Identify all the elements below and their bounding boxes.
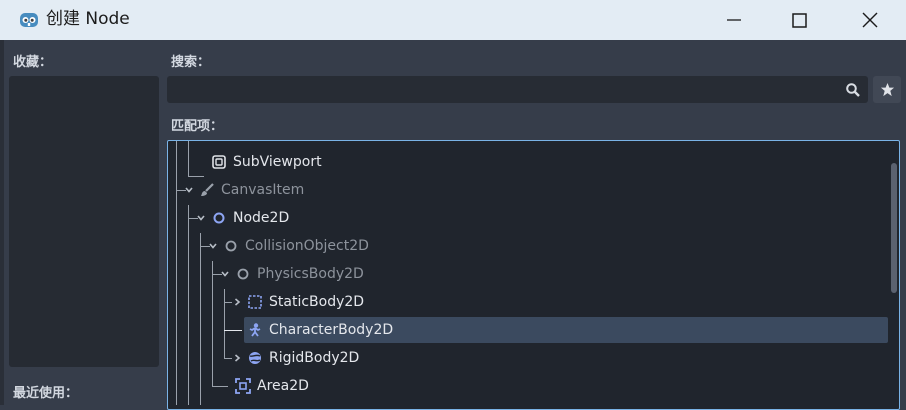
star-icon: [880, 82, 894, 97]
tree-item-label: CharacterBody2D: [269, 322, 394, 338]
tree-item-label: Area2D: [257, 378, 309, 394]
tree-guide-line: [224, 289, 225, 359]
tree-guide-line: [200, 233, 201, 405]
title-bar: 创建 Node: [0, 0, 906, 40]
search-label: 搜索：: [171, 55, 211, 70]
tree-guide-line: [188, 205, 189, 405]
tree-item-label: CollisionObject2D: [245, 238, 369, 254]
chevron-down-icon[interactable]: [220, 269, 230, 279]
tree-item-label: PhysicsBody2D: [257, 266, 364, 282]
chevron-right-icon[interactable]: [232, 353, 242, 363]
chevron-down-icon[interactable]: [184, 185, 194, 195]
tree-guide-line: [188, 176, 204, 177]
tree-guide-line: [224, 330, 242, 331]
tree-item-label: Node2D: [233, 210, 290, 226]
recent-label: 最近使用：: [13, 386, 79, 401]
tree-guide-line: [212, 261, 213, 387]
chevron-down-icon[interactable]: [208, 241, 218, 251]
circle-icon: [225, 240, 237, 252]
rigid-body-icon: [249, 352, 261, 364]
search-input[interactable]: [167, 76, 868, 103]
window-title: 创建 Node: [46, 9, 130, 29]
favorites-list[interactable]: [9, 76, 159, 367]
tree-item-label: StaticBody2D: [269, 294, 365, 310]
close-button[interactable]: [847, 0, 893, 40]
favorite-toggle-button[interactable]: [873, 76, 901, 103]
chevron-down-icon[interactable]: [196, 213, 206, 223]
subviewport-icon: [212, 155, 226, 169]
tree-guide-line: [224, 302, 232, 303]
search-icon[interactable]: [845, 82, 861, 98]
tree-guide-line: [176, 141, 177, 405]
minimize-icon: [727, 19, 741, 21]
maximize-button[interactable]: [776, 0, 822, 40]
circle-icon: [237, 268, 249, 280]
area-icon: [235, 378, 251, 394]
chevron-right-icon[interactable]: [232, 297, 242, 307]
godot-icon: [20, 13, 38, 27]
tree-item-label: CanvasItem: [221, 182, 305, 198]
static-body-icon: [248, 295, 262, 309]
brush-icon: [201, 183, 214, 196]
tree-guide-line: [212, 386, 228, 387]
scrollbar-thumb[interactable]: [891, 163, 897, 293]
circle-icon: [213, 212, 225, 224]
minimize-button[interactable]: [711, 0, 757, 40]
favorites-label: 收藏：: [13, 55, 53, 70]
tree-item-label: RigidBody2D: [269, 350, 360, 366]
matches-label: 匹配项：: [171, 119, 224, 134]
window-edge: [0, 40, 4, 405]
tree-guide-line: [224, 358, 232, 359]
character-body-icon: [249, 323, 261, 337]
close-icon: [862, 12, 878, 28]
maximize-icon: [791, 12, 807, 28]
tree-item-label: SubViewport: [233, 154, 322, 170]
tree-guide-line: [188, 141, 189, 177]
